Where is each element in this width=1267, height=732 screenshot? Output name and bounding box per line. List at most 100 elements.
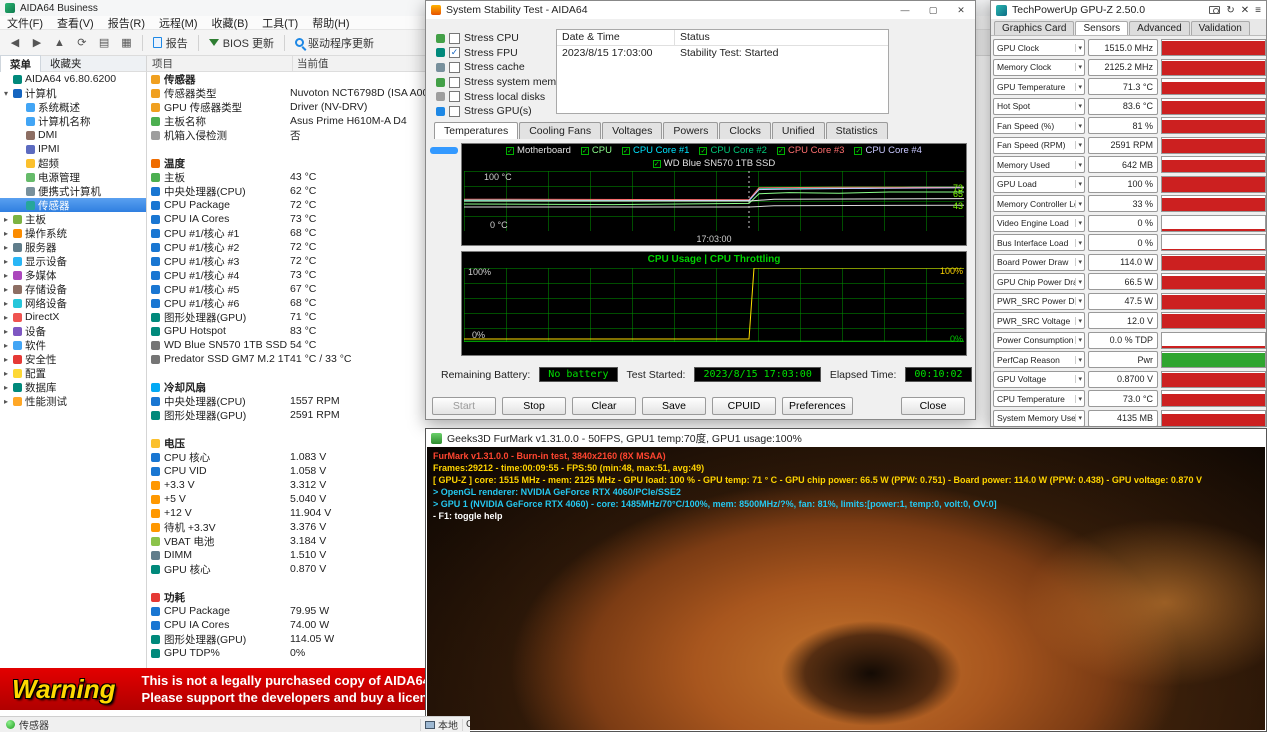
list-item[interactable]: +3.3 V 3.312 V [147, 478, 425, 492]
stress-option[interactable]: Stress GPU(s) [436, 104, 571, 119]
tab[interactable]: Sensors [1075, 21, 1129, 35]
sst-button[interactable]: Preferences [782, 397, 853, 415]
tab-favorites[interactable]: 收藏夹 [41, 55, 91, 72]
stress-option[interactable]: Stress CPU [436, 31, 571, 46]
tree-item[interactable]: ▸ 配置 [0, 366, 146, 380]
tree-expand-icon[interactable]: ▸ [2, 397, 10, 406]
stress-checkbox[interactable] [449, 32, 460, 44]
menu-item[interactable]: 工具(T) [255, 15, 305, 31]
legend-checkbox[interactable]: ✓ [621, 146, 630, 155]
refresh-icon[interactable]: ↻ [1226, 5, 1234, 16]
sensor-name-dropdown[interactable]: Memory Used ▾ [993, 156, 1085, 174]
tree-item[interactable]: 超频 [0, 156, 146, 170]
menu-item[interactable]: 文件(F) [0, 15, 50, 31]
log-col-datetime[interactable]: Date & Time [557, 30, 675, 45]
sensor-name-dropdown[interactable]: Bus Interface Load ▾ [993, 234, 1085, 252]
tree-expand-icon[interactable]: ▸ [2, 243, 10, 252]
tab[interactable]: Voltages [602, 122, 663, 139]
tree-item[interactable]: ▸ DirectX [0, 310, 146, 324]
stress-option[interactable]: Stress system memory [436, 75, 571, 90]
sensor-name-dropdown[interactable]: Video Engine Load ▾ [993, 214, 1085, 232]
tree-item[interactable]: ▸ 存储设备 [0, 282, 146, 296]
legend-item[interactable]: ✓ Motherboard [506, 145, 571, 156]
tree-item[interactable]: 计算机名称 [0, 114, 146, 128]
stress-checkbox[interactable]: ✓ [449, 47, 460, 59]
list-item[interactable] [147, 422, 425, 436]
list-item[interactable]: CPU #1/核心 #2 72 °C [147, 240, 425, 254]
legend-checkbox[interactable]: ✓ [699, 146, 708, 155]
graph-scrollbar[interactable] [430, 147, 458, 154]
stress-option[interactable]: ✓ Stress FPU [436, 46, 571, 61]
tab-menu[interactable]: 菜单 [0, 54, 41, 73]
stress-checkbox[interactable] [449, 91, 460, 103]
tree-expand-icon[interactable]: ▸ [2, 383, 10, 392]
list-item[interactable]: 冷却风扇 [147, 380, 425, 394]
menu-item[interactable]: 收藏(B) [205, 15, 256, 31]
list-item[interactable]: WD Blue SN570 1TB SSD 54 °C [147, 338, 425, 352]
legend-checkbox[interactable]: ✓ [652, 159, 661, 168]
menu-item[interactable]: 帮助(H) [305, 15, 356, 31]
tree-item[interactable]: ▸ 服务器 [0, 240, 146, 254]
list-item[interactable]: GPU 核心 0.870 V [147, 562, 425, 576]
list-item[interactable]: CPU Package 72 °C [147, 198, 425, 212]
refresh-button[interactable]: ⟳ [72, 33, 92, 53]
stress-checkbox[interactable] [449, 61, 460, 73]
tree-item[interactable]: ▸ 多媒体 [0, 268, 146, 282]
list-item[interactable]: 传感器类型 Nuvoton NCT6798D (ISA A00h) [147, 86, 425, 100]
tab[interactable]: Clocks [719, 122, 771, 139]
stress-option[interactable]: Stress local disks [436, 89, 571, 104]
forward-button[interactable]: ▶ [27, 33, 47, 53]
sensor-name-dropdown[interactable]: Power Consumption (%) ▾ [993, 331, 1085, 349]
list-item[interactable]: +12 V 11.904 V [147, 506, 425, 520]
list-item[interactable]: CPU Package 79.95 W [147, 604, 425, 618]
tree-expand-icon[interactable]: ▸ [2, 229, 10, 238]
list-item[interactable] [147, 142, 425, 156]
tab[interactable]: Validation [1190, 21, 1250, 35]
legend-checkbox[interactable]: ✓ [854, 146, 863, 155]
bios-update-button[interactable]: BIOS 更新 [204, 33, 279, 53]
list-item[interactable]: GPU TDP% 0% [147, 646, 425, 660]
tree-item[interactable]: ▸ 安全性 [0, 352, 146, 366]
list-item[interactable]: 主板名称 Asus Prime H610M-A D4 [147, 114, 425, 128]
list-item[interactable]: 图形处理器(GPU) 2591 RPM [147, 408, 425, 422]
list-item[interactable]: CPU 核心 1.083 V [147, 450, 425, 464]
close-button[interactable]: Close [901, 397, 965, 415]
legend-item[interactable]: ✓ CPU Core #2 [699, 145, 767, 156]
tree-expand-icon[interactable]: ▸ [2, 257, 10, 266]
list-item[interactable] [147, 576, 425, 590]
legend-checkbox[interactable]: ✓ [580, 146, 589, 155]
tree-expand-icon[interactable]: ▸ [2, 299, 10, 308]
copy-button[interactable]: ▤ [94, 33, 114, 53]
tab[interactable]: Advanced [1129, 21, 1190, 35]
sensor-name-dropdown[interactable]: Hot Spot ▾ [993, 97, 1085, 115]
sensor-name-dropdown[interactable]: Fan Speed (%) ▾ [993, 117, 1085, 135]
log-col-status[interactable]: Status [675, 30, 715, 45]
list-item[interactable]: 图形处理器(GPU) 71 °C [147, 310, 425, 324]
close-icon[interactable]: ✕ [947, 1, 975, 19]
minimize-icon[interactable]: — [891, 1, 919, 19]
stress-checkbox[interactable] [449, 105, 460, 117]
tree-expand-icon[interactable]: ▸ [2, 369, 10, 378]
list-item[interactable]: CPU #1/核心 #6 68 °C [147, 296, 425, 310]
tab[interactable]: Temperatures [434, 122, 519, 139]
tree-item[interactable]: ▸ 显示设备 [0, 254, 146, 268]
close-icon[interactable]: ✕ [1241, 5, 1249, 16]
list-item[interactable]: GPU 传感器类型 Driver (NV-DRV) [147, 100, 425, 114]
sensor-name-dropdown[interactable]: GPU Chip Power Draw ▾ [993, 273, 1085, 291]
screenshot-camera-icon[interactable] [1209, 6, 1221, 14]
back-button[interactable]: ◀ [5, 33, 25, 53]
legend-checkbox[interactable]: ✓ [776, 146, 785, 155]
sst-button[interactable]: Clear [572, 397, 636, 415]
tree-item[interactable]: ▸ 操作系统 [0, 226, 146, 240]
legend-item[interactable]: ✓ WD Blue SN570 1TB SSD [652, 158, 775, 169]
sensor-name-dropdown[interactable]: GPU Clock ▾ [993, 39, 1085, 57]
sensor-name-dropdown[interactable]: GPU Voltage ▾ [993, 370, 1085, 388]
tree-expand-icon[interactable]: ▸ [2, 215, 10, 224]
tree-expand-icon[interactable]: ▸ [2, 355, 10, 364]
driver-update-button[interactable]: 驱动程序更新 [290, 33, 379, 53]
tree-item[interactable]: IPMI [0, 142, 146, 156]
list-item[interactable] [147, 366, 425, 380]
tree-item[interactable]: 便携式计算机 [0, 184, 146, 198]
column-value[interactable]: 当前值 [293, 56, 329, 71]
list-item[interactable]: GPU Hotspot 83 °C [147, 324, 425, 338]
